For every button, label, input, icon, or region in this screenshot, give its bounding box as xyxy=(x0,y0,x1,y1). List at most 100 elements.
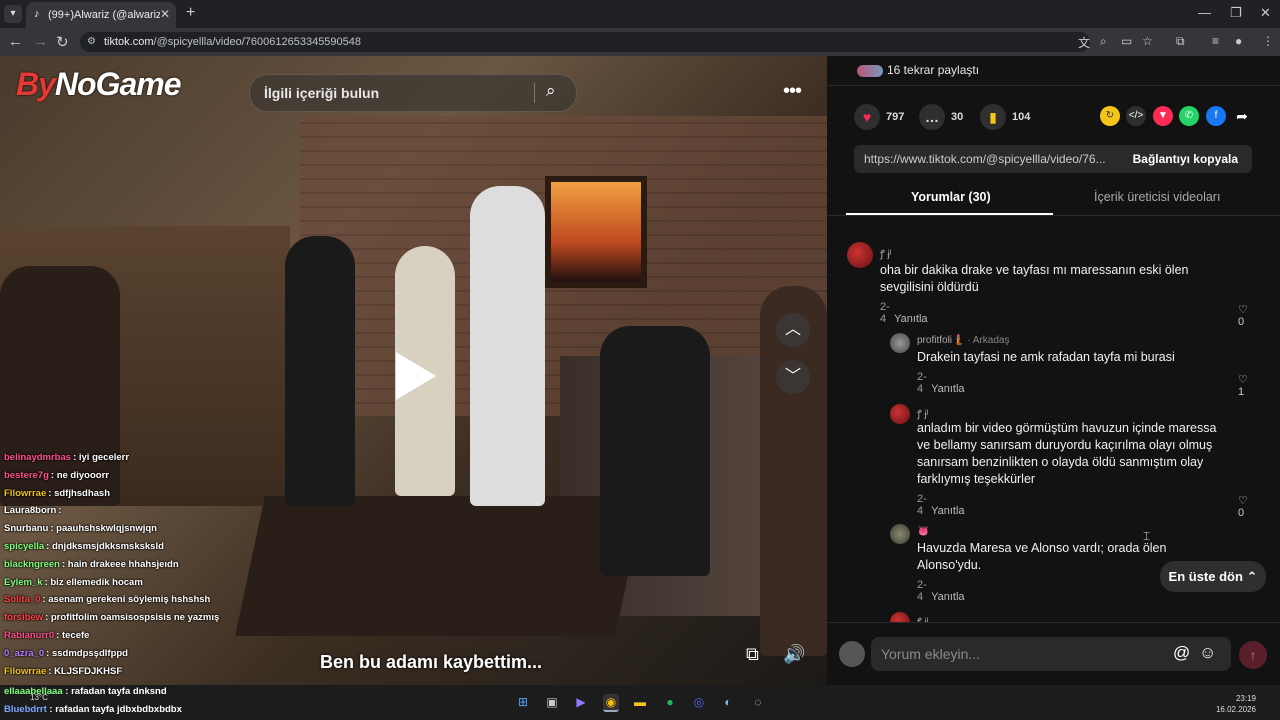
close-window-icon[interactable]: ✕ xyxy=(1260,5,1271,21)
send-to-friend-icon[interactable]: ▼ xyxy=(1153,106,1173,126)
repost-icon[interactable]: ↻ xyxy=(1100,106,1120,126)
minimize-icon[interactable]: — xyxy=(1198,5,1211,20)
forward-icon[interactable]: → xyxy=(33,33,48,50)
comment-like-button[interactable]: ♡ 0 xyxy=(1238,303,1248,328)
spotify-icon[interactable]: ● xyxy=(662,694,678,710)
save-button[interactable]: ▮ 104 xyxy=(980,104,1030,132)
bookmark-star-icon[interactable]: ☆ xyxy=(1142,34,1153,48)
copilot-icon[interactable]: ▶ xyxy=(573,694,589,710)
avatar[interactable] xyxy=(847,242,873,268)
steam-icon[interactable]: ◐ xyxy=(720,694,736,710)
volume-icon[interactable]: 🔊 xyxy=(783,644,805,665)
chat-line: forsibew: profitfolim oamsisospsisis ne … xyxy=(4,612,220,624)
profile-avatar[interactable]: ● xyxy=(1235,34,1242,48)
reply-button[interactable]: Yanıtla xyxy=(931,383,964,395)
cast-icon[interactable]: ▭ xyxy=(1121,34,1132,48)
chat-line: Solita_0: asenam gerekeni söylemiş hshsh… xyxy=(4,594,211,606)
weather-widget[interactable]: 13°C xyxy=(30,693,48,702)
tab-search-icon[interactable]: ▾ xyxy=(4,5,22,23)
video-player[interactable]: ByNoGame İlgili içeriği bulun ⌕ ••• ︿ ﹀ … xyxy=(0,56,827,685)
video-figure xyxy=(470,186,545,506)
file-explorer-icon[interactable]: ▬ xyxy=(632,694,648,710)
comment-text: Drakein tayfasi ne amk rafadan tayfa mi … xyxy=(917,350,1175,364)
tab-title: (99+)Alwariz (@alwariz_) | TikTok xyxy=(48,9,160,21)
mouse-cursor-icon: ⌶ xyxy=(1143,529,1151,543)
chat-line: Fllowrrae: sdfjhsdhash xyxy=(4,487,111,499)
reply-button[interactable]: Yanıtla xyxy=(931,591,964,603)
translate-icon[interactable]: 文 xyxy=(1078,34,1090,51)
url-bar[interactable]: ⚙ tiktok.com/@spicyellla/video/760061265… xyxy=(80,32,1090,52)
more-options-icon[interactable]: ••• xyxy=(783,80,802,103)
start-icon[interactable]: ⊞ xyxy=(515,694,531,710)
system-clock[interactable]: 23:19 16.02.2026 xyxy=(1216,693,1256,715)
chat-line: belinaydmrbas: iyi gecelerr xyxy=(4,452,130,463)
post-comment-button[interactable]: ↑ xyxy=(1239,641,1267,669)
next-video-button[interactable]: ﹀ xyxy=(776,360,810,394)
comment-author[interactable]: ꝭ ɉᴵ xyxy=(917,406,928,420)
whatsapp-icon[interactable]: ✆ xyxy=(1179,106,1199,126)
chat-line: Rabianurr0: tecefe xyxy=(4,629,90,641)
user-avatar[interactable] xyxy=(839,641,865,667)
chrome-icon[interactable]: ◉ xyxy=(603,694,619,712)
search-divider xyxy=(534,83,535,103)
comment-text: anladım bir video görmüştüm havuzun için… xyxy=(917,421,1217,486)
comment-like-button[interactable]: ♡ 1 xyxy=(1238,373,1248,398)
app-icon[interactable]: ◌ xyxy=(750,694,766,710)
facebook-icon[interactable]: f xyxy=(1206,106,1226,126)
share-arrow-icon[interactable]: ➦ xyxy=(1232,106,1252,126)
url-host: tiktok.com xyxy=(104,36,154,48)
mention-icon[interactable]: @ xyxy=(1173,643,1190,663)
previous-video-button[interactable]: ︿ xyxy=(776,313,810,347)
comments-panel: 16 tekrar paylaştı ♥ 797 … 30 ▮ 104 ↻ </> ▼… xyxy=(827,56,1280,686)
play-icon[interactable] xyxy=(396,352,436,400)
menu-kebab-icon[interactable]: ⋮ xyxy=(1262,34,1274,48)
extensions-icon[interactable]: ⧉ xyxy=(1176,34,1185,49)
comment-like-button[interactable]: ♡ 0 xyxy=(1238,494,1248,519)
embed-icon[interactable]: </> xyxy=(1126,106,1146,126)
video-figure xyxy=(600,326,710,576)
bookmark-icon: ▮ xyxy=(980,104,1006,130)
comment-icon: … xyxy=(919,104,945,130)
comment-author[interactable]: ꝭ ɉᴵ xyxy=(880,246,891,260)
avatar[interactable] xyxy=(890,404,910,424)
comment-input[interactable]: Yorum ekleyin... @ ☺ xyxy=(871,637,1231,671)
pip-icon[interactable]: ⧉ xyxy=(746,644,759,665)
comment-author[interactable]: profitfoli🧜🏽 · Arkadaş xyxy=(917,335,1010,346)
copy-link-button[interactable]: Bağlantıyı kopyala xyxy=(1133,145,1238,173)
close-tab-icon[interactable]: ✕ xyxy=(160,7,170,21)
comment-input-placeholder: Yorum ekleyin... xyxy=(881,646,981,662)
reshare-avatars xyxy=(857,64,883,77)
site-info-icon[interactable]: ⚙ xyxy=(87,32,96,52)
like-button[interactable]: ♥ 797 xyxy=(854,104,904,132)
discord-icon[interactable]: ◎ xyxy=(691,694,707,710)
back-icon[interactable]: ← xyxy=(8,33,23,50)
emoji-icon[interactable]: ☺ xyxy=(1199,643,1216,663)
new-tab-icon[interactable]: + xyxy=(186,4,195,22)
comment-meta: 2-4 Yanıtla xyxy=(917,371,965,395)
back-to-top-button[interactable]: En üste dön ⌃ xyxy=(1160,561,1266,592)
reload-icon[interactable]: ↻ xyxy=(56,33,69,51)
search-placeholder: İlgili içeriği bulun xyxy=(264,85,380,101)
tab-comments[interactable]: Yorumlar (30) xyxy=(911,190,991,204)
search-bar[interactable]: İlgili içeriği bulun ⌕ xyxy=(249,74,577,112)
tab-creator-videos[interactable]: İçerik üreticisi videoları xyxy=(1094,190,1220,204)
zoom-icon[interactable]: ⌕ xyxy=(1100,34,1107,49)
reshare-row[interactable]: 16 tekrar paylaştı xyxy=(857,63,979,77)
avatar[interactable] xyxy=(890,524,910,544)
comment-author[interactable]: 👅 xyxy=(917,526,929,537)
share-link[interactable]: https://www.tiktok.com/@spicyellla/video… xyxy=(864,145,1126,173)
windows-taskbar: ellaaabellaaa : rafadan tayfa dnksnd Blu… xyxy=(0,685,1280,720)
task-view-icon[interactable]: ▣ xyxy=(544,694,560,710)
browser-tab[interactable]: ♪ (99+)Alwariz (@alwariz_) | TikTok ✕ xyxy=(26,2,176,28)
reply-button[interactable]: Yanıtla xyxy=(894,313,927,325)
comment-text: Havuzda Maresa ve Alonso vardı; orada öl… xyxy=(917,541,1167,572)
restore-icon[interactable]: ❐ xyxy=(1230,5,1242,21)
bynogame-logo: ByNoGame xyxy=(16,66,181,102)
avatar[interactable] xyxy=(890,333,910,353)
browser-tab-bar: ▾ ♪ (99+)Alwariz (@alwariz_) | TikTok ✕ … xyxy=(0,0,1280,28)
comment-button[interactable]: … 30 xyxy=(919,104,963,132)
reading-list-icon[interactable]: ≡ xyxy=(1212,34,1219,48)
search-icon[interactable]: ⌕ xyxy=(546,81,556,101)
reply-button[interactable]: Yanıtla xyxy=(931,505,964,517)
chat-line: bestere7g: ne diyooorr xyxy=(4,469,109,481)
